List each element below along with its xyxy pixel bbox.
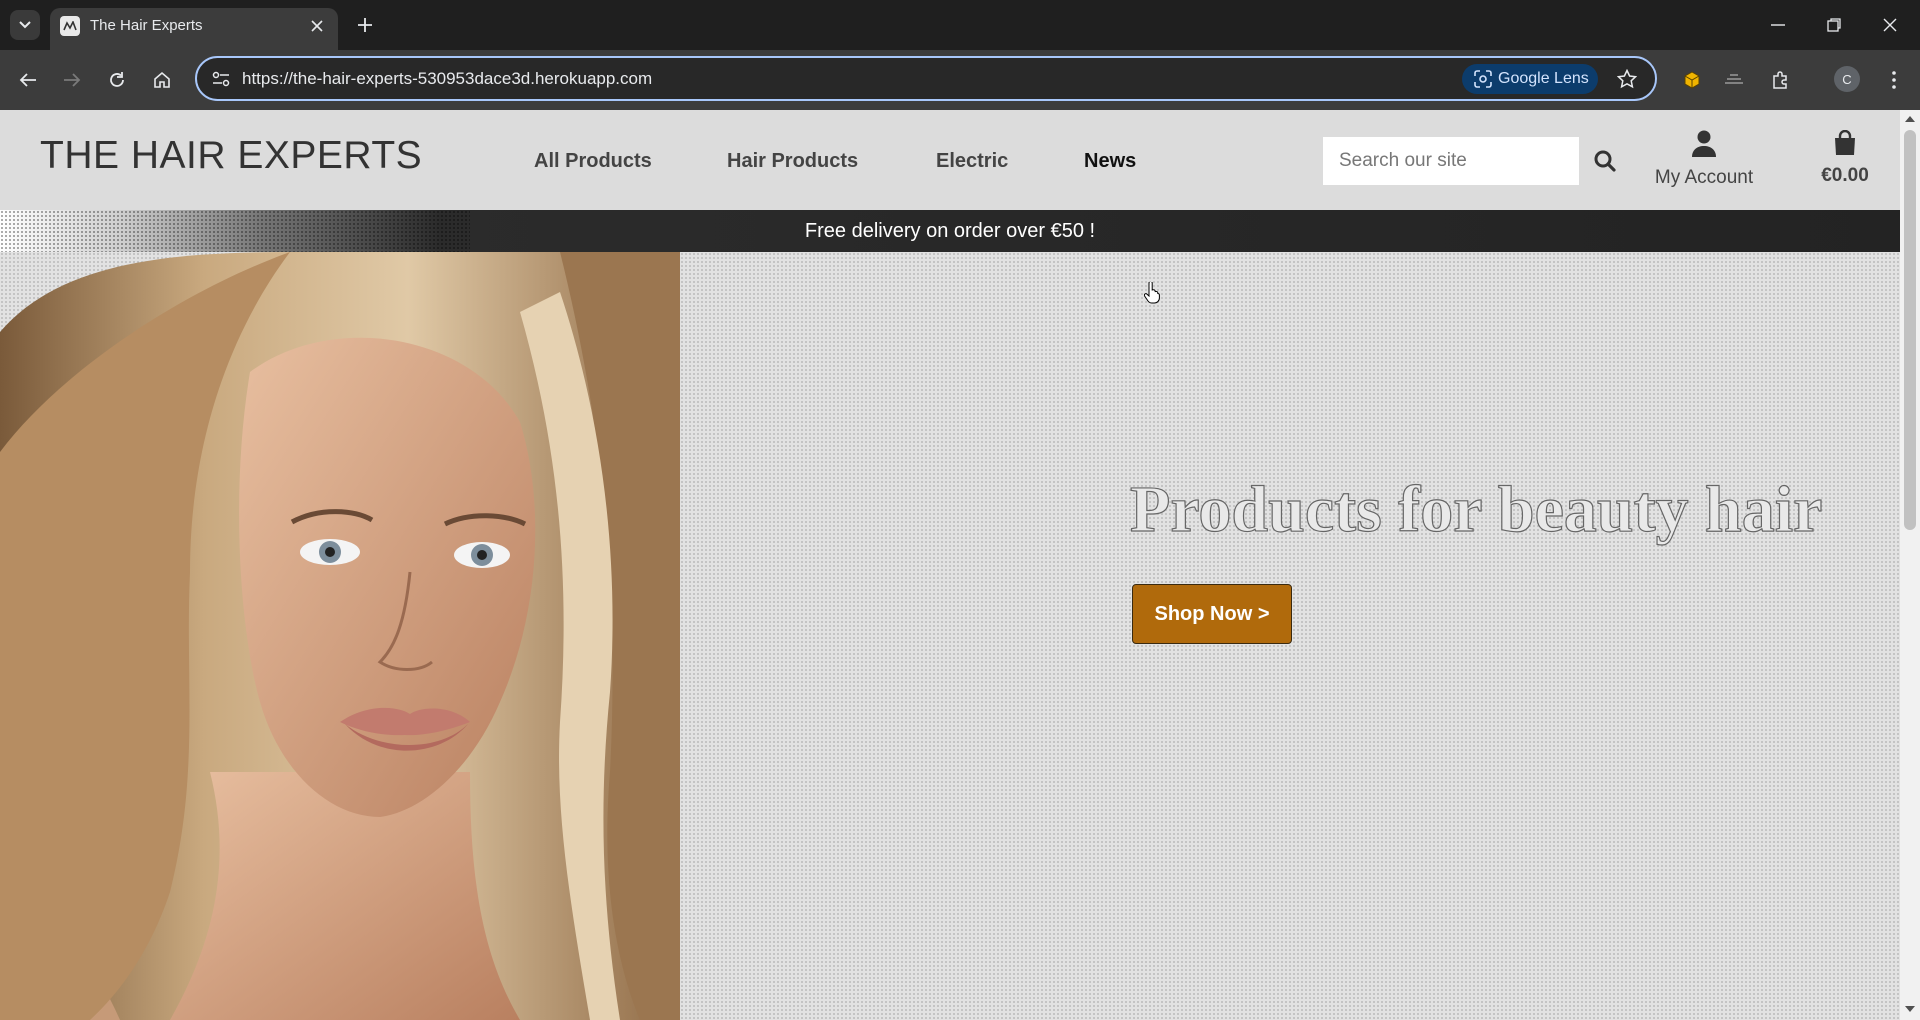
address-bar[interactable]: https://the-hair-experts-530953dace3d.he… bbox=[195, 56, 1657, 101]
bag-total: €0.00 bbox=[1821, 165, 1869, 186]
browser-menu-icon[interactable] bbox=[1878, 64, 1910, 96]
nav-electric[interactable]: Electric bbox=[936, 150, 1008, 173]
extensions-puzzle-icon[interactable] bbox=[1765, 64, 1797, 96]
browser-toolbar: https://the-hair-experts-530953dace3d.he… bbox=[0, 50, 1920, 110]
bookmark-star-icon[interactable] bbox=[1615, 67, 1639, 91]
shopping-bag-link[interactable]: €0.00 bbox=[1800, 129, 1890, 190]
browser-tab-bar: The Hair Experts bbox=[0, 0, 1920, 50]
page-scrollbar[interactable] bbox=[1900, 110, 1920, 1020]
chevron-down-icon bbox=[19, 21, 31, 29]
forward-icon[interactable] bbox=[56, 64, 88, 96]
site-logo[interactable]: THE HAIR EXPERTS bbox=[40, 134, 422, 178]
google-lens-button[interactable]: Google Lens bbox=[1462, 64, 1598, 94]
delivery-banner-text: Free delivery on order over €50 ! bbox=[804, 220, 1096, 242]
new-tab-icon[interactable] bbox=[350, 10, 380, 40]
site-favicon-icon bbox=[60, 16, 80, 36]
shop-now-button[interactable]: Shop Now > bbox=[1132, 584, 1292, 644]
shopping-bag-icon bbox=[1835, 129, 1855, 155]
user-icon bbox=[1692, 130, 1716, 157]
tab-search-button[interactable] bbox=[10, 10, 40, 40]
my-account-link[interactable]: My Account bbox=[1648, 130, 1760, 190]
hero-title: Products for beauty hair bbox=[1129, 472, 1823, 546]
restore-icon[interactable] bbox=[1814, 8, 1854, 42]
my-account-label: My Account bbox=[1654, 167, 1754, 188]
scroll-up-arrow-icon[interactable] bbox=[1905, 116, 1915, 122]
lens-icon bbox=[1474, 70, 1492, 88]
search-icon[interactable] bbox=[1590, 146, 1620, 176]
tab-title: The Hair Experts bbox=[90, 17, 203, 34]
reload-icon[interactable] bbox=[101, 64, 133, 96]
back-icon[interactable] bbox=[12, 64, 44, 96]
browser-tab[interactable]: The Hair Experts bbox=[50, 8, 338, 50]
pointer-cursor-icon bbox=[1144, 282, 1160, 304]
profile-avatar[interactable]: C bbox=[1834, 66, 1860, 92]
extension-cube-icon[interactable] bbox=[1676, 64, 1708, 96]
home-icon[interactable] bbox=[146, 64, 178, 96]
lens-label: Google Lens bbox=[1498, 70, 1589, 87]
nav-hair-products[interactable]: Hair Products bbox=[727, 150, 858, 173]
web-page: THE HAIR EXPERTS All Products Hair Produ… bbox=[0, 110, 1900, 1020]
site-info-icon[interactable] bbox=[211, 69, 231, 89]
url-text[interactable]: https://the-hair-experts-530953dace3d.he… bbox=[242, 69, 652, 89]
scrollbar-thumb[interactable] bbox=[1904, 130, 1916, 530]
search-input[interactable] bbox=[1323, 137, 1579, 185]
hero-section: Products for beauty hair Shop Now > bbox=[0, 252, 1900, 1020]
close-window-icon[interactable] bbox=[1870, 8, 1910, 42]
close-tab-icon[interactable] bbox=[305, 14, 329, 38]
site-header: THE HAIR EXPERTS All Products Hair Produ… bbox=[0, 110, 1900, 210]
delivery-banner: Free delivery on order over €50 ! bbox=[0, 210, 1900, 252]
minimize-icon[interactable] bbox=[1758, 8, 1798, 42]
scroll-down-arrow-icon[interactable] bbox=[1905, 1006, 1915, 1012]
extension-tool-icon[interactable] bbox=[1718, 64, 1750, 96]
hero-model-image bbox=[0, 252, 680, 1020]
nav-news[interactable]: News bbox=[1084, 150, 1136, 173]
nav-all-products[interactable]: All Products bbox=[534, 150, 652, 173]
